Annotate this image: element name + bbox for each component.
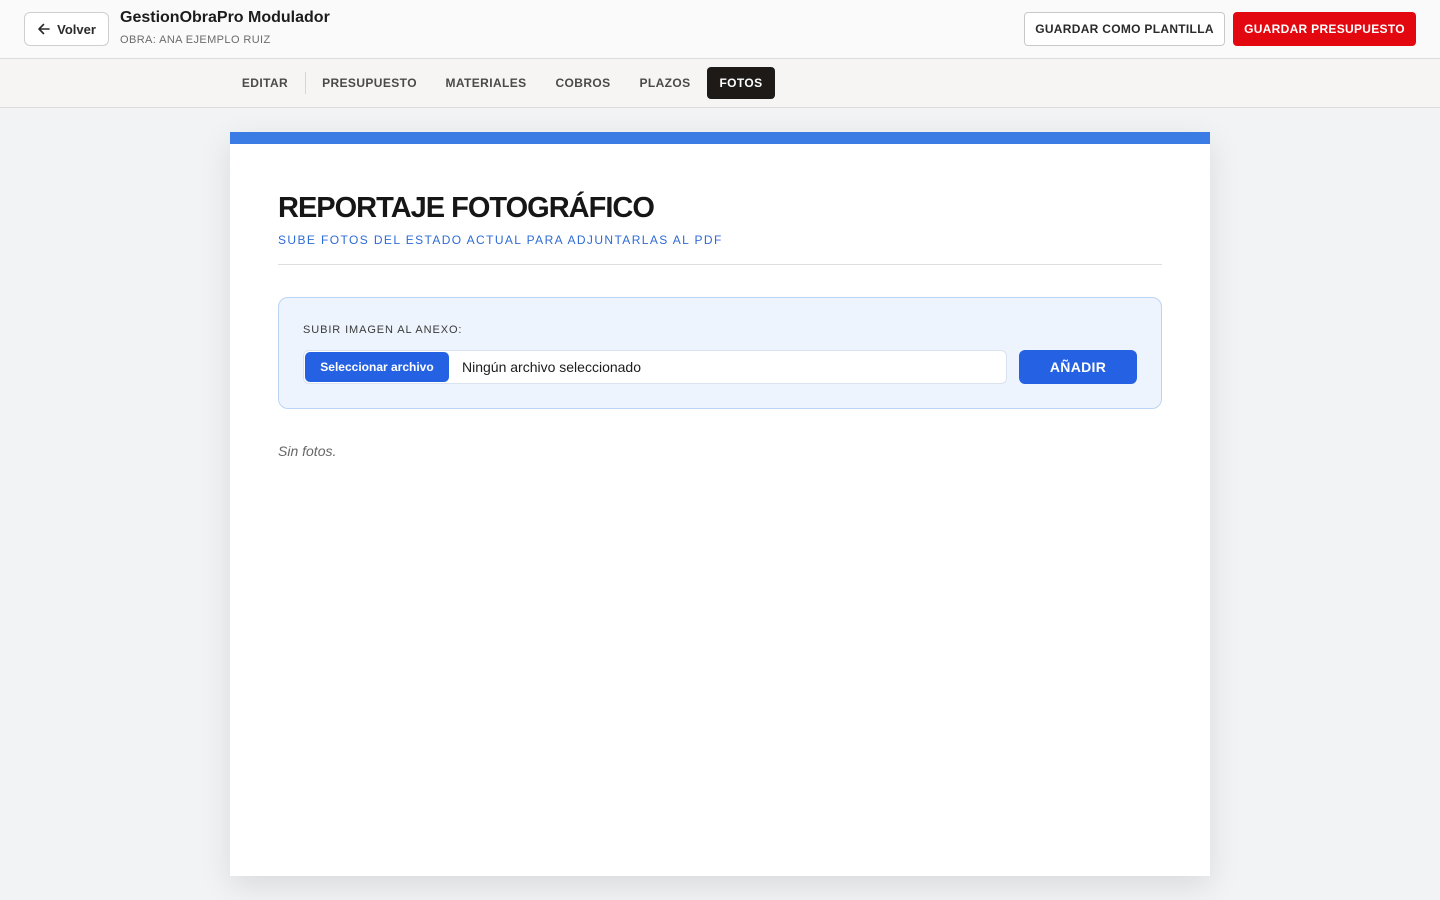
add-photo-button[interactable]: AÑADIR	[1019, 350, 1137, 384]
tab-fotos[interactable]: FOTOS	[707, 67, 775, 99]
tab-materiales[interactable]: MATERIALES	[436, 67, 536, 99]
file-status-text: Ningún archivo seleccionado	[462, 359, 641, 375]
tab-divider	[305, 72, 306, 94]
tab-presupuesto[interactable]: PRESUPUESTO	[312, 67, 427, 99]
top-header: Volver GestionObraPro Modulador OBRA: AN…	[0, 0, 1440, 59]
tab-cobros[interactable]: COBROS	[546, 67, 620, 99]
save-budget-button[interactable]: GUARDAR PRESUPUESTO	[1233, 12, 1416, 46]
divider	[278, 264, 1162, 265]
save-as-template-button[interactable]: GUARDAR COMO PLANTILLA	[1024, 12, 1225, 46]
page-subtitle: SUBE FOTOS DEL ESTADO ACTUAL PARA ADJUNT…	[278, 233, 723, 247]
upload-panel: SUBIR IMAGEN AL ANEXO: Seleccionar archi…	[278, 297, 1162, 409]
photo-report-card: REPORTAJE FOTOGRÁFICO SUBE FOTOS DEL EST…	[230, 132, 1210, 876]
file-input[interactable]: Seleccionar archivo Ningún archivo selec…	[303, 350, 1007, 384]
page-title: REPORTAJE FOTOGRÁFICO	[278, 192, 655, 224]
arrow-left-icon	[38, 23, 50, 35]
upload-label: SUBIR IMAGEN AL ANEXO:	[303, 324, 463, 336]
back-button-label: Volver	[57, 21, 96, 37]
app-title: GestionObraPro Modulador	[120, 9, 330, 26]
tab-bar: EDITAR PRESUPUESTO MATERIALES COBROS PLA…	[0, 59, 1440, 108]
project-name: OBRA: ANA EJEMPLO RUIZ	[120, 34, 271, 46]
tab-editar[interactable]: EDITAR	[230, 67, 300, 99]
card-accent-bar	[230, 132, 1210, 144]
empty-photos-message: Sin fotos.	[278, 443, 337, 459]
choose-file-button[interactable]: Seleccionar archivo	[305, 352, 449, 382]
tab-plazos[interactable]: PLAZOS	[630, 67, 700, 99]
back-button[interactable]: Volver	[24, 12, 109, 46]
